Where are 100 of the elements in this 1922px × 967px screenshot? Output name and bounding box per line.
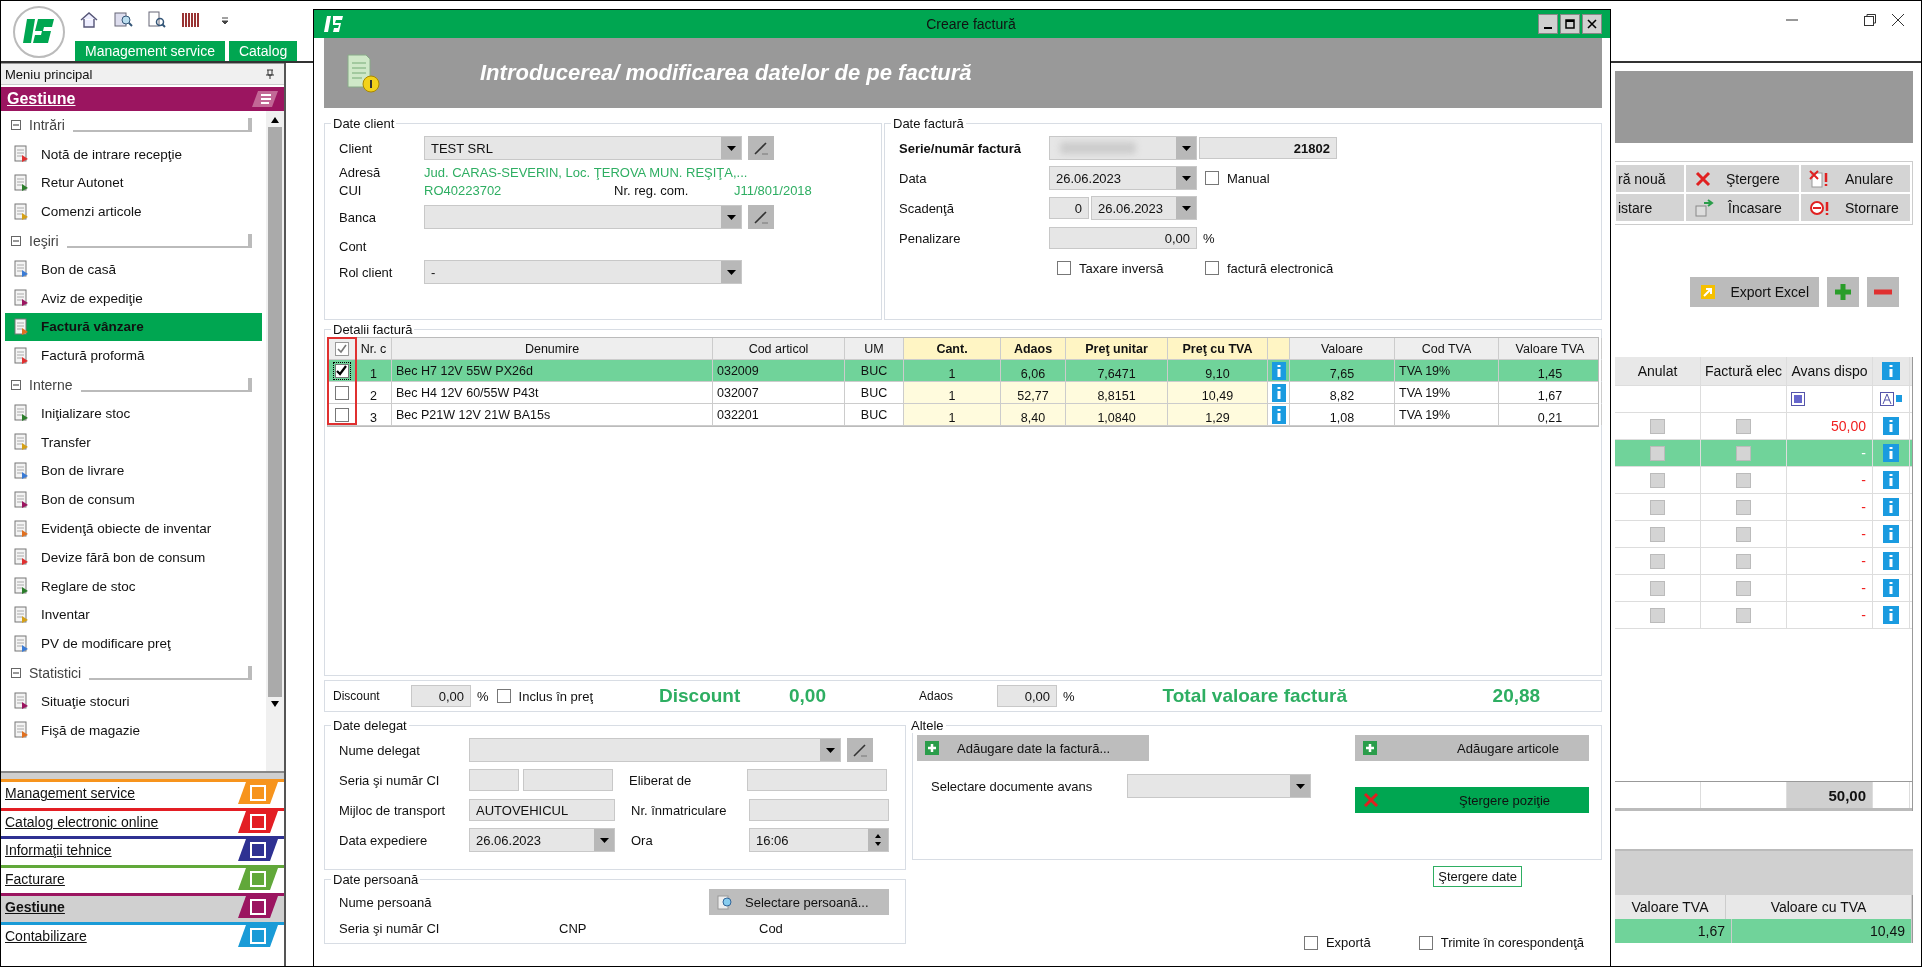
role-dropdown[interactable]: - xyxy=(424,260,742,284)
splitter[interactable] xyxy=(1,771,284,779)
menu-item[interactable]: Retur Autonet xyxy=(5,168,262,198)
advance-dropdown[interactable] xyxy=(1127,774,1311,798)
time-field[interactable]: 16:06 xyxy=(749,828,889,852)
menu-item[interactable]: Iniţializare stoc xyxy=(5,398,262,428)
menu-item[interactable]: Bon de livrare xyxy=(5,456,262,486)
minimize-button[interactable] xyxy=(1538,14,1558,34)
column-header[interactable]: Cod articol xyxy=(713,338,845,359)
menu-item[interactable]: Situaţie stocuri xyxy=(5,686,262,716)
clear-button[interactable]: Ştergere date xyxy=(1433,866,1522,887)
table-row[interactable]: - xyxy=(1615,548,1912,575)
info-icon[interactable] xyxy=(1271,383,1286,402)
info-icon[interactable] xyxy=(1883,471,1899,489)
home-icon[interactable] xyxy=(79,10,99,30)
issued-field[interactable] xyxy=(747,769,887,791)
toolbar-button[interactable]: Stornare xyxy=(1800,193,1911,222)
table-row[interactable]: - xyxy=(1615,602,1912,629)
table-row[interactable]: - xyxy=(1615,521,1912,548)
due-date-picker[interactable]: 26.06.2023 xyxy=(1091,196,1197,220)
info-icon[interactable] xyxy=(1883,579,1899,597)
toolbar-button[interactable]: Ştergere xyxy=(1685,164,1800,193)
included-checkbox[interactable]: Inclus în preţ xyxy=(496,688,593,704)
info-icon[interactable] xyxy=(1883,444,1899,462)
transport-field[interactable]: AUTOVEHICUL xyxy=(469,799,615,821)
column-header[interactable]: Adaos xyxy=(1001,338,1066,359)
menu-item[interactable]: Bon de consum xyxy=(5,485,262,515)
menu-item[interactable]: Factură vânzare xyxy=(5,312,262,342)
toolbar-button[interactable]: Încasare xyxy=(1685,193,1800,222)
column-header[interactable]: Valoare TVA xyxy=(1499,338,1602,359)
text-filter-icon[interactable] xyxy=(1880,392,1902,406)
collapse-icon[interactable] xyxy=(11,235,21,246)
column-header[interactable]: Avans dispo xyxy=(1787,357,1873,385)
edit-button[interactable] xyxy=(847,738,873,762)
menu-item[interactable]: Devize fără bon de consum xyxy=(5,542,262,572)
column-header[interactable]: Cant. xyxy=(904,338,1001,359)
table-row[interactable]: - xyxy=(1615,467,1912,494)
column-header[interactable]: Cod TVA xyxy=(1395,338,1499,359)
mail-checkbox[interactable]: Trimite în corespondenţă xyxy=(1418,935,1584,950)
menu-item[interactable]: Fişă de magazie xyxy=(5,715,262,745)
client-dropdown[interactable]: TEST SRL xyxy=(424,136,742,160)
add-button[interactable] xyxy=(1827,277,1859,307)
manual-checkbox[interactable]: Manual xyxy=(1205,170,1270,186)
group-header[interactable]: Statistici xyxy=(29,664,82,681)
penalty-field[interactable]: 0,00 xyxy=(1049,227,1197,249)
row-checkbox[interactable] xyxy=(334,385,349,400)
edit-button[interactable] xyxy=(748,205,774,229)
edit-button[interactable] xyxy=(748,136,774,160)
collapse-icon[interactable] xyxy=(11,379,21,390)
menu-item[interactable]: Aviz de expediţie xyxy=(5,283,262,313)
date-picker[interactable]: 26.06.2023 xyxy=(1049,166,1197,190)
scroll-down-icon[interactable] xyxy=(271,701,279,707)
plate-field[interactable] xyxy=(749,799,889,821)
table-row[interactable]: - xyxy=(1615,494,1912,521)
column-header[interactable]: Denumire xyxy=(392,338,713,359)
reverse-charge-checkbox[interactable]: Taxare inversă xyxy=(1057,260,1197,276)
scroll-up-icon[interactable] xyxy=(271,117,279,123)
number-field[interactable]: 21802 xyxy=(1199,137,1337,159)
module-tab[interactable]: Contabilizare xyxy=(1,921,284,950)
close-icon[interactable] xyxy=(1891,13,1905,27)
scrollbar-thumb[interactable] xyxy=(268,127,282,697)
id-series-field[interactable] xyxy=(469,769,519,791)
group-header[interactable]: Interne xyxy=(29,376,73,393)
row-checkbox[interactable] xyxy=(334,363,349,378)
group-header[interactable]: Ieşiri xyxy=(29,232,59,249)
menu-item[interactable]: Transfer xyxy=(5,427,262,457)
column-header[interactable]: Factură elec xyxy=(1701,357,1787,385)
remove-button[interactable] xyxy=(1867,277,1899,307)
module-tab[interactable]: Catalog electronic online xyxy=(1,807,284,836)
maximize-button[interactable] xyxy=(1560,14,1580,34)
column-header[interactable]: Nr. c xyxy=(356,338,392,359)
close-button[interactable] xyxy=(1582,14,1602,34)
pin-icon[interactable] xyxy=(266,69,274,79)
menu-item[interactable]: Evidenţă obiecte de inventar xyxy=(5,514,262,543)
dropdown-icon[interactable] xyxy=(221,16,229,24)
toolbar-button[interactable]: istare xyxy=(1615,193,1685,222)
module-tab[interactable]: Gestiune xyxy=(1,893,284,922)
menu-item[interactable]: Inventar xyxy=(5,600,262,630)
section-header[interactable]: Gestiune xyxy=(1,87,284,111)
menu-item[interactable]: PV de modificare preţ xyxy=(5,629,262,659)
menu-item[interactable]: Factură proformă xyxy=(5,341,262,371)
id-number-field[interactable] xyxy=(523,769,613,791)
bank-dropdown[interactable] xyxy=(424,205,742,229)
search-icon[interactable] xyxy=(113,10,133,30)
menu-item[interactable]: Notă de intrare recepţie xyxy=(5,139,262,169)
delete-row-button[interactable]: Ştergere poziţie xyxy=(1355,787,1589,813)
column-header[interactable]: Anulat xyxy=(1615,357,1701,385)
collapse-icon[interactable] xyxy=(11,667,21,678)
menu-item[interactable]: Comenzi articole xyxy=(5,197,262,227)
info-icon[interactable] xyxy=(1883,606,1899,624)
menu-item[interactable]: Bon de casă xyxy=(5,255,262,284)
date-picker[interactable]: 26.06.2023 xyxy=(469,828,615,852)
add-data-button[interactable]: Adăugare date la factură... xyxy=(917,735,1149,761)
info-icon[interactable] xyxy=(1271,361,1286,380)
delegate-dropdown[interactable] xyxy=(469,738,841,762)
column-header[interactable]: Preţ cu TVA xyxy=(1168,338,1268,359)
filter-icon[interactable] xyxy=(1791,392,1805,406)
info-icon[interactable] xyxy=(1271,405,1286,424)
collapse-icon[interactable] xyxy=(11,120,21,131)
e-invoice-checkbox[interactable]: factură electronică xyxy=(1205,260,1334,276)
